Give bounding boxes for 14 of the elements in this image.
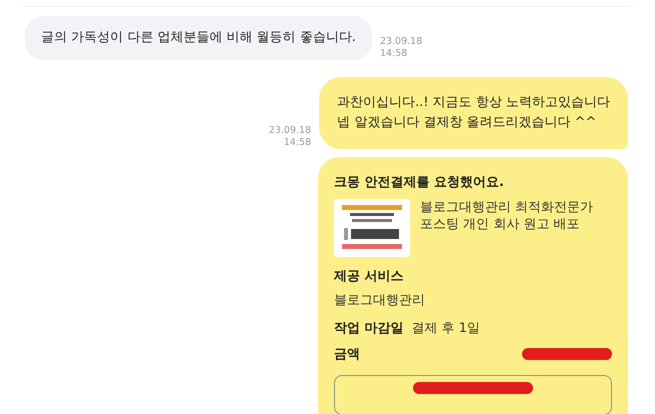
service-label: 제공 서비스: [334, 268, 404, 285]
deadline-value: 결제 후 1일: [412, 320, 480, 337]
product-title: 블로그대행관리 최적화전문가 포스팅 개인 회사 원고 배포: [420, 199, 594, 233]
service-value: 블로그대행관리: [334, 292, 425, 309]
deadline-label: 작업 마감일: [334, 320, 404, 337]
message-date: 23.09.18: [380, 36, 422, 48]
payment-button[interactable]: [334, 375, 612, 414]
message-time: 14:58: [380, 48, 408, 60]
message-time: 14:58: [284, 137, 312, 149]
card-title: 크몽 안전결제를 요청했어요.: [334, 174, 504, 191]
message-bubble: 글의 가독성이 다른 업체분들에 비해 월등히 좋습니다.: [25, 16, 372, 60]
amount-label: 금액: [334, 346, 360, 363]
message-bubble: 과찬이십니다..! 지금도 항상 노력하고있습니다 넵 알겠습니다 결제창 올려드리겠습니다 ^^: [319, 77, 628, 149]
message-date: 23.09.18: [268, 125, 312, 137]
